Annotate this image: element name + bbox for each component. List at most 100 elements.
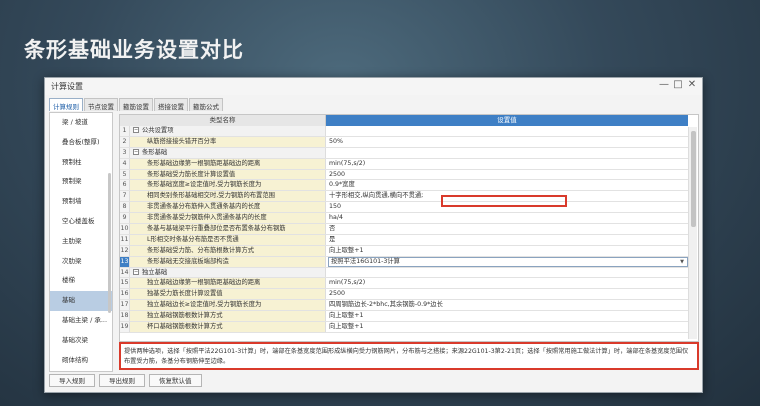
row-value-cell[interactable]: 向上取整+1 xyxy=(326,322,688,332)
tab-stirrup-formula[interactable]: 箍筋公式 xyxy=(189,98,223,111)
grid-scrollbar-thumb[interactable] xyxy=(691,131,696,227)
minimize-icon[interactable]: — xyxy=(658,79,670,90)
row-name-text: 独立基础边长≥设定值时,受力钢筋长度为 xyxy=(147,301,262,309)
collapse-icon[interactable]: − xyxy=(133,127,139,133)
sidebar-scrollbar[interactable] xyxy=(108,173,111,313)
row-name-cell: 条形基础受力筋长度计算设置值 xyxy=(130,169,326,180)
row-value-cell xyxy=(326,148,688,158)
table-row[interactable]: 1− 公共设置项 xyxy=(120,126,688,137)
sidebar-item[interactable]: 空心楼盖板 xyxy=(50,212,112,232)
row-value-cell[interactable]: 是 xyxy=(326,235,688,245)
table-row[interactable]: 16 独基受力筋长度计算设置值 2500 xyxy=(120,289,688,301)
table-row[interactable]: 17 独立基础边长≥设定值时,受力钢筋长度为 四周钢筋边长-2*bhc,其余钢筋-0… xyxy=(120,300,688,312)
row-number: 19 xyxy=(120,322,130,332)
row-name-cell: − 独立基础 xyxy=(130,267,326,278)
sidebar-item[interactable]: 其它 xyxy=(50,370,112,371)
collapse-icon[interactable]: − xyxy=(133,148,139,155)
sidebar-item[interactable]: 预制墙 xyxy=(50,192,112,212)
grid-scrollbar[interactable] xyxy=(688,127,697,339)
table-row[interactable]: 4 条形基础边缘第一根钢筋距基础边的距离 min(75,s/2) xyxy=(120,158,688,170)
row-number: 14 xyxy=(120,267,130,278)
row-number: 5 xyxy=(120,169,130,180)
row-name-cell: 非贯通条基受力钢筋伸入贯通条基内的长度 xyxy=(130,213,326,224)
row-number: 2 xyxy=(120,136,130,147)
window-title: 计算设置 xyxy=(51,82,83,91)
row-value-cell[interactable]: 四周钢筋边长-2*bhc,其余钢筋-0.9*边长 xyxy=(326,300,688,310)
settings-grid: 类型名称 设置值 1− 公共设置项 2 纵筋搭接接头错开百分率 50% 3− 条形基础 4 条形… xyxy=(119,114,699,342)
row-name-text: 条形基础边缘第一根钢筋距基础边的距离 xyxy=(147,159,261,167)
table-row[interactable]: 8 非贯通条基分布筋伸入贯通条基内的长度 150 xyxy=(120,202,688,214)
row-name-text: 公共设置项 xyxy=(142,127,174,134)
row-value-cell[interactable]: 按照平法16G101-3计算 ▼ xyxy=(326,256,688,267)
row-name-cell: 非贯通条基分布筋伸入贯通条基内的长度 xyxy=(130,202,326,213)
table-row[interactable]: 2 纵筋搭接接头错开百分率 50% xyxy=(120,136,688,148)
row-name-cell: 独立基础钢筋根数计算方式 xyxy=(130,311,326,322)
maximize-icon[interactable]: □ xyxy=(672,79,684,90)
collapse-icon[interactable]: − xyxy=(133,268,139,275)
row-number: 13 xyxy=(120,256,130,267)
row-name-text: 独基受力筋长度计算设置值 xyxy=(147,290,223,298)
row-name-text: 条形基础受力筋、分布筋根数计算方式 xyxy=(147,246,255,254)
column-header-name: 类型名称 xyxy=(120,115,326,126)
tab-lap-settings[interactable]: 搭接设置 xyxy=(154,98,188,111)
export-rules-button[interactable]: 导出规则 xyxy=(99,374,145,387)
row-value-cell[interactable]: 2500 xyxy=(326,170,688,180)
row-value-cell[interactable]: 150 xyxy=(326,202,688,212)
sidebar-item[interactable]: 预制柱 xyxy=(50,153,112,173)
calc-settings-window: 计算设置 — □ ✕ 计算规则 节点设置 箍筋设置 搭接设置 箍筋公式 梁 / … xyxy=(44,77,703,393)
table-row[interactable]: 5 条形基础受力筋长度计算设置值 2500 xyxy=(120,169,688,181)
sidebar-item[interactable]: 主肋梁 xyxy=(50,232,112,252)
tab-calc-rules[interactable]: 计算规则 xyxy=(49,98,83,111)
row-value-cell xyxy=(326,126,688,136)
row-value-cell[interactable]: min(75,s/2) xyxy=(326,159,688,169)
table-row[interactable]: 9 非贯通条基受力钢筋伸入贯通条基内的长度 ha/4 xyxy=(120,213,688,225)
row-name-cell: 相同类别条形基础相交时,受力钢筋的布置范围 xyxy=(130,191,326,202)
import-rules-button[interactable]: 导入规则 xyxy=(49,374,95,387)
row-value-cell xyxy=(326,268,688,278)
column-header-value: 设置值 xyxy=(326,115,688,126)
row-value-cell[interactable]: 50% xyxy=(326,137,688,147)
row-value-cell[interactable]: ha/4 xyxy=(326,213,688,223)
row-name-text: 非贯通条基受力钢筋伸入贯通条基内的长度 xyxy=(147,214,267,222)
sidebar-item[interactable]: 叠合板(整厚) xyxy=(50,133,112,153)
row-value-cell[interactable]: min(75,s/2) xyxy=(326,278,688,288)
row-value-cell[interactable]: 0.9*宽度 xyxy=(326,180,688,190)
row-number: 8 xyxy=(120,202,130,213)
row-value-cell[interactable]: 十字形相交,纵向贯通,横向不贯通; xyxy=(326,191,688,201)
table-row[interactable]: 18 独立基础钢筋根数计算方式 向上取整+1 xyxy=(120,311,688,323)
table-row[interactable]: 15 独立基础边缘第一根钢筋距基础边的距离 min(75,s/2) xyxy=(120,278,688,290)
sidebar-item[interactable]: 梁 / 坡道 xyxy=(50,113,112,133)
table-row[interactable]: 7 相同类别条形基础相交时,受力钢筋的布置范围 十字形相交,纵向贯通,横向不贯通; xyxy=(120,191,688,203)
row-number: 3 xyxy=(120,147,130,158)
row-name-cell: 独基受力筋长度计算设置值 xyxy=(130,289,326,300)
sidebar-item[interactable]: 砌体结构 xyxy=(50,351,112,371)
table-row[interactable]: 13 条形基础无交接底板端部构造 按照平法16G101-3计算 ▼ xyxy=(120,256,688,268)
sidebar-item[interactable]: 楼梯 xyxy=(50,271,112,291)
row-name-cell: L形相交时条基分布筋是否不贯通 xyxy=(130,234,326,245)
table-row[interactable]: 11 L形相交时条基分布筋是否不贯通 是 xyxy=(120,234,688,246)
close-icon[interactable]: ✕ xyxy=(686,79,698,90)
row-name-cell: 条基与基础梁平行重叠部位是否布置条基分布钢筋 xyxy=(130,224,326,234)
row-value-cell[interactable]: 2500 xyxy=(326,289,688,299)
table-row[interactable]: 19 杯口基础钢筋根数计算方式 向上取整+1 xyxy=(120,322,688,333)
row-value-cell[interactable]: 向上取整+1 xyxy=(326,311,688,321)
dropdown-value: 按照平法16G101-3计算 xyxy=(331,257,400,265)
sidebar-item[interactable]: 基础 xyxy=(50,291,112,311)
sidebar-item[interactable]: 预制梁 xyxy=(50,172,112,192)
sidebar-item[interactable]: 基础主梁 / 承... xyxy=(50,311,112,331)
table-row[interactable]: 6 条形基础宽度≥设定值时,受力钢筋长度为 0.9*宽度 xyxy=(120,180,688,192)
component-type-list[interactable]: 梁 / 坡道 叠合板(整厚) 预制柱 预制梁 预制墙 空心楼盖板 主肋梁 次肋梁 楼梯 基础 基础主… xyxy=(49,112,113,372)
table-row[interactable]: 12 条形基础受力筋、分布筋根数计算方式 向上取整+1 xyxy=(120,245,688,257)
table-row[interactable]: 3− 条形基础 xyxy=(120,147,688,159)
value-dropdown[interactable]: 按照平法16G101-3计算 ▼ xyxy=(328,256,688,267)
chevron-down-icon[interactable]: ▼ xyxy=(680,258,684,266)
row-value-cell[interactable]: 向上取整+1 xyxy=(326,246,688,256)
sidebar-item[interactable]: 次肋梁 xyxy=(50,252,112,272)
table-row[interactable]: 14− 独立基础 xyxy=(120,267,688,279)
tab-stirrup-settings[interactable]: 箍筋设置 xyxy=(119,98,153,111)
tab-node-settings[interactable]: 节点设置 xyxy=(84,98,118,111)
table-row[interactable]: 10 条基与基础梁平行重叠部位是否布置条基分布钢筋 否 xyxy=(120,224,688,235)
restore-defaults-button[interactable]: 恢复默认值 xyxy=(149,374,202,387)
row-value-cell[interactable]: 否 xyxy=(326,224,688,234)
sidebar-item[interactable]: 基础次梁 xyxy=(50,331,112,351)
